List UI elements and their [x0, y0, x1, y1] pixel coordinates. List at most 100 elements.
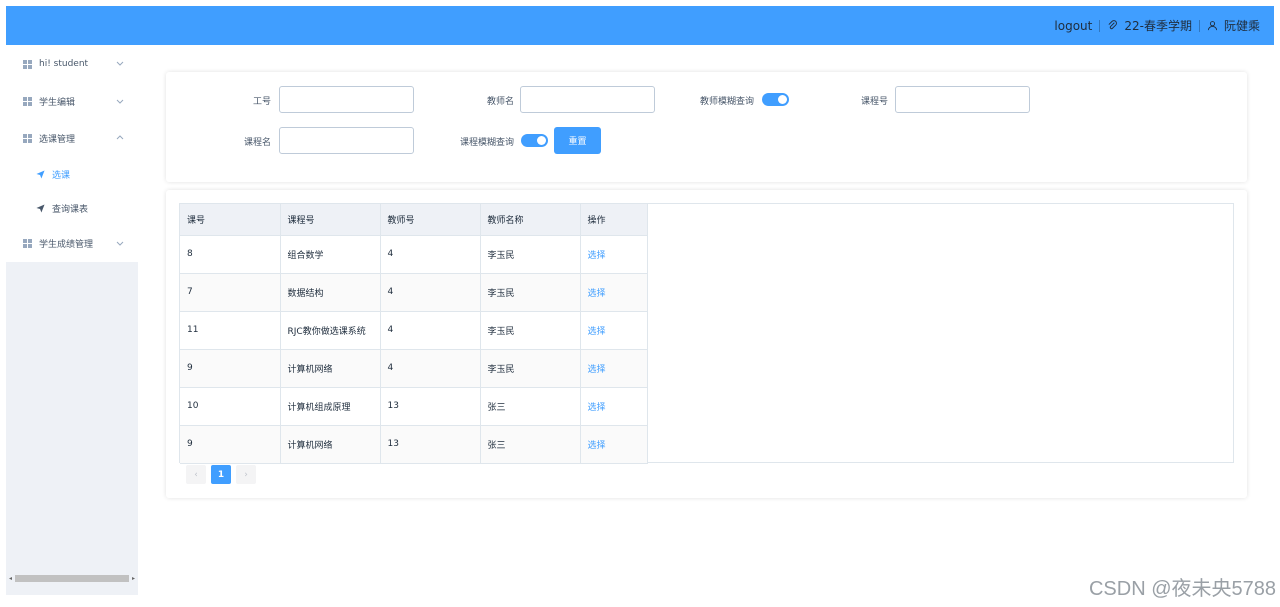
cell-teacher-id: 13 [380, 425, 481, 464]
scroll-right-arrow-icon[interactable]: ▸ [129, 574, 138, 583]
sidebar-item-grade-management[interactable]: 学生成绩管理 [6, 225, 138, 262]
logout-label: logout [1054, 18, 1093, 33]
menu-grid-icon [23, 239, 32, 248]
cell-teacher-name: 李玉民 [480, 349, 581, 388]
chevron-down-icon [116, 61, 124, 66]
column-header: 教师号 [380, 204, 481, 236]
user-icon [1207, 21, 1218, 31]
sidebar-item-student-edit[interactable]: 学生编辑 [6, 83, 138, 120]
chevron-up-icon [116, 135, 124, 140]
table-header-row: 课号 课程号 教师号 教师名称 操作 [180, 204, 648, 236]
column-header: 课程号 [280, 204, 381, 236]
scrollbar-thumb[interactable] [15, 575, 129, 582]
cell-teacher-name: 张三 [480, 387, 581, 426]
course-id-label: 课程号 [860, 97, 888, 107]
table-row: 9 计算机网络 4 李玉民 选择 [180, 349, 648, 388]
term-selector[interactable]: 22-春季学期 [1107, 17, 1192, 34]
column-header: 课号 [180, 204, 281, 236]
user-menu[interactable]: 阮健乘 [1207, 17, 1260, 34]
table-row: 7 数据结构 4 李玉民 选择 [180, 273, 648, 312]
next-page-button[interactable]: › [236, 465, 256, 484]
table-row: 10 计算机组成原理 13 张三 选择 [180, 387, 648, 426]
top-header-bar: logout 22-春季学期 阮健乘 [6, 6, 1274, 45]
cell-teacher-id: 4 [380, 273, 481, 312]
staff-id-input[interactable] [279, 86, 414, 113]
cell-class-id: 9 [180, 425, 281, 464]
sidebar-item-label: 学生成绩管理 [39, 240, 94, 250]
cell-class-id: 7 [180, 273, 281, 312]
select-course-link[interactable]: 选择 [580, 235, 648, 274]
select-course-link[interactable]: 选择 [580, 349, 648, 388]
watermark: CSDN @夜未央5788 [1088, 578, 1276, 600]
column-header: 操作 [580, 204, 648, 236]
sidebar-item-label: hi! student [39, 59, 89, 69]
course-name-label: 课程名 [243, 138, 271, 148]
header-divider [1099, 19, 1101, 32]
cell-course-name: 计算机组成原理 [280, 387, 381, 426]
search-form-card: 工号 教师名 教师模糊查询 课程号 课程名 课程模糊查询 重置 [166, 72, 1247, 182]
sidebar-item-label: 选课管理 [39, 135, 76, 145]
table-row: 8 组合数学 4 李玉民 选择 [180, 235, 648, 274]
sidebar-item-label: 学生编辑 [39, 98, 76, 108]
course-id-input[interactable] [895, 86, 1030, 113]
term-label: 22-春季学期 [1124, 19, 1192, 33]
table-row: 11 RJC教你做选课系统 4 李玉民 选择 [180, 311, 648, 350]
cell-teacher-name: 张三 [480, 425, 581, 464]
cell-course-name: 数据结构 [280, 273, 381, 312]
cell-class-id: 8 [180, 235, 281, 274]
course-table: 课号 课程号 教师号 教师名称 操作 8 组合数学 4 李玉民 选择 7 数据结 [180, 204, 648, 464]
select-course-link[interactable]: 选择 [580, 387, 648, 426]
sidebar-menu: hi! student 学生编辑 选课管理 选课 查询课表 学生成绩管理 [6, 45, 138, 262]
menu-grid-icon [23, 97, 32, 106]
sidebar-subitem-label: 查询课表 [52, 204, 89, 215]
chevron-down-icon [116, 241, 124, 246]
teacher-fuzzy-switch[interactable] [762, 93, 789, 106]
scroll-left-arrow-icon[interactable]: ◂ [6, 574, 15, 583]
sidebar-horizontal-scrollbar[interactable]: ◂ ▸ [6, 574, 138, 583]
table-row: 9 计算机网络 13 张三 选择 [180, 425, 648, 464]
page-number-button[interactable]: 1 [211, 465, 231, 484]
staff-id-label: 工号 [252, 97, 271, 107]
sidebar-subitem-query-schedule[interactable]: 查询课表 [6, 191, 138, 225]
paperclip-icon [1108, 20, 1118, 30]
select-course-link[interactable]: 选择 [580, 273, 648, 312]
sidebar-subitem-select-course[interactable]: 选课 [6, 157, 138, 191]
select-course-link[interactable]: 选择 [580, 311, 648, 350]
logout-link[interactable]: logout [1054, 19, 1092, 33]
sidebar-subitem-label: 选课 [52, 170, 71, 181]
course-fuzzy-switch[interactable] [521, 134, 548, 147]
prev-page-button[interactable]: ‹ [186, 465, 206, 484]
user-name: 阮健乘 [1223, 19, 1260, 33]
cell-teacher-name: 李玉民 [480, 235, 581, 274]
menu-grid-icon [23, 59, 32, 69]
cell-course-name: RJC教你做选课系统 [280, 311, 381, 350]
teacher-name-input[interactable] [520, 86, 655, 113]
reset-button[interactable]: 重置 [554, 127, 601, 154]
menu-grid-icon [23, 134, 32, 143]
cell-course-name: 计算机网络 [280, 349, 381, 388]
cell-class-id: 11 [180, 311, 281, 350]
sidebar-item-course-management[interactable]: 选课管理 [6, 120, 138, 157]
cell-teacher-id: 4 [380, 311, 481, 350]
cell-course-name: 计算机网络 [280, 425, 381, 464]
teacher-fuzzy-label: 教师模糊查询 [699, 97, 754, 107]
send-icon [36, 169, 45, 179]
teacher-name-label: 教师名 [486, 97, 514, 107]
pagination: ‹ 1 › [186, 465, 256, 484]
course-fuzzy-label: 课程模糊查询 [459, 138, 514, 148]
header-divider [1198, 19, 1200, 32]
cell-teacher-name: 李玉民 [480, 273, 581, 312]
column-header: 教师名称 [480, 204, 581, 236]
cell-course-name: 组合数学 [280, 235, 381, 274]
cell-class-id: 9 [180, 349, 281, 388]
select-course-link[interactable]: 选择 [580, 425, 648, 464]
cell-teacher-id: 4 [380, 349, 481, 388]
course-table-card: 课号 课程号 教师号 教师名称 操作 8 组合数学 4 李玉民 选择 7 数据结 [166, 190, 1247, 498]
send-icon [36, 203, 45, 213]
cell-class-id: 10 [180, 387, 281, 426]
course-name-input[interactable] [279, 127, 414, 154]
sidebar-item-student[interactable]: hi! student [6, 45, 138, 83]
course-table-wrapper: 课号 课程号 教师号 教师名称 操作 8 组合数学 4 李玉民 选择 7 数据结 [179, 203, 1234, 464]
chevron-down-icon [116, 99, 124, 104]
cell-teacher-id: 4 [380, 235, 481, 274]
